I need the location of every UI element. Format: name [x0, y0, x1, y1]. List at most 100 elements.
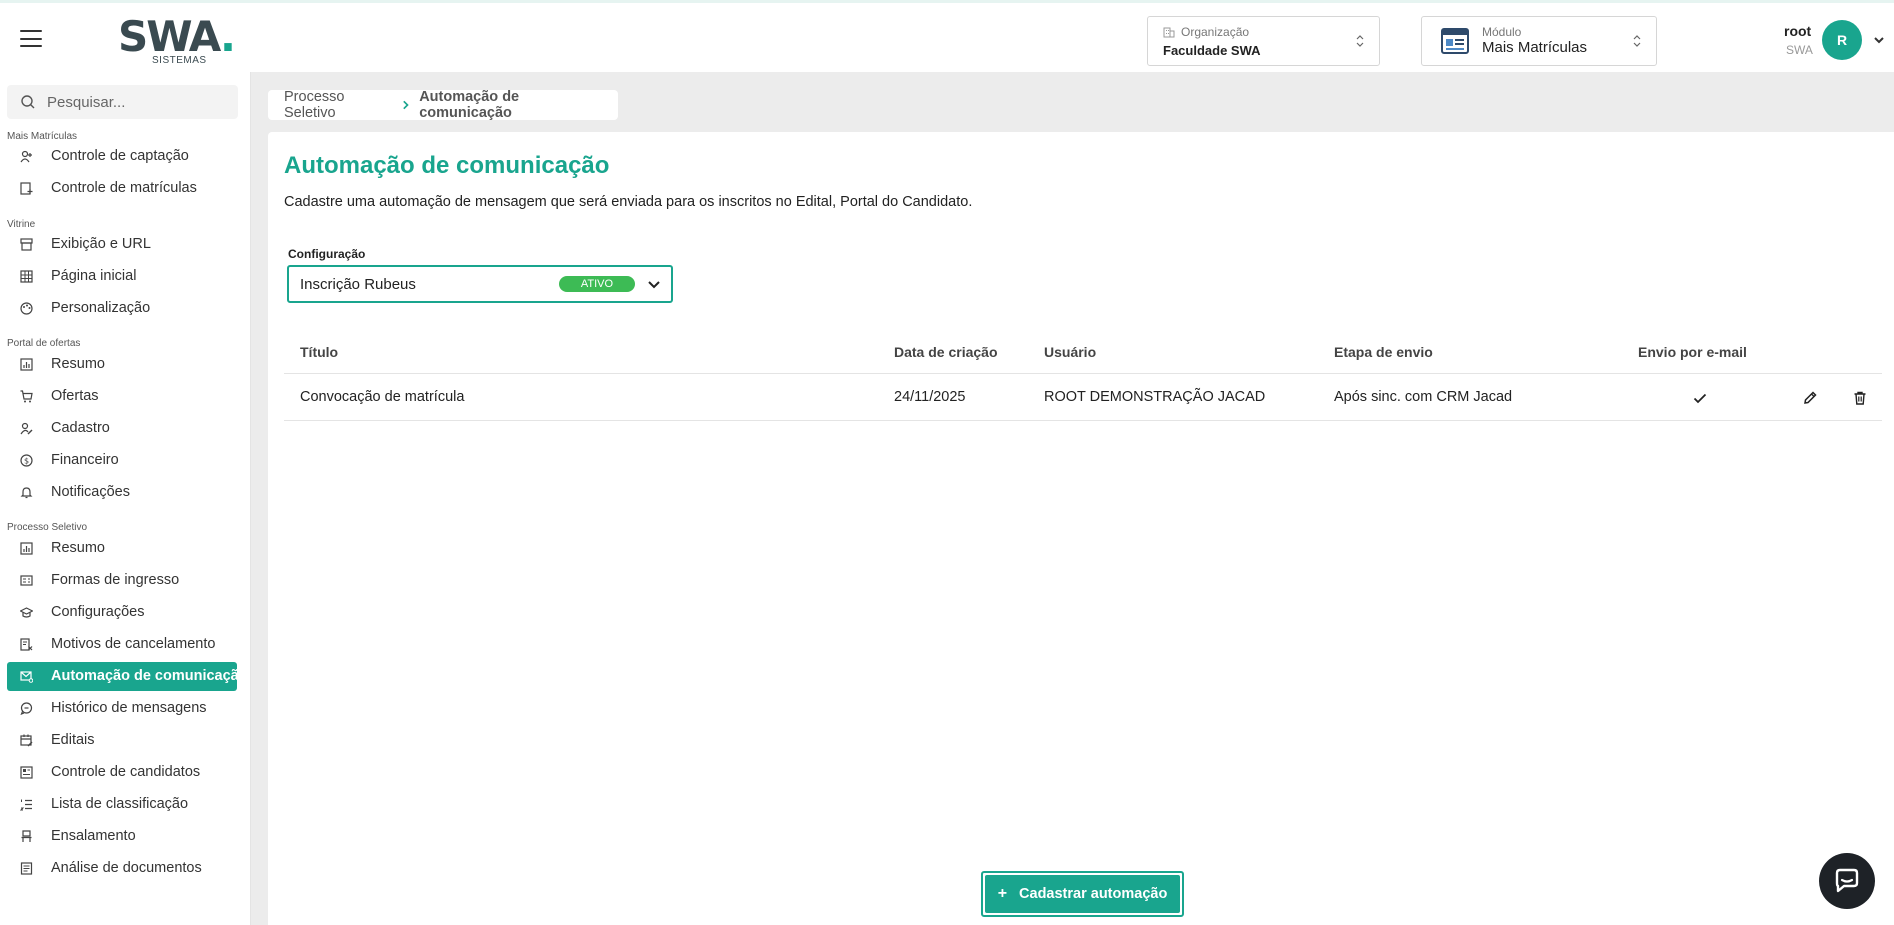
- sidebar-item-label: Resumo: [51, 540, 105, 556]
- search-icon: [21, 95, 35, 109]
- section-title: Processo Seletivo: [7, 522, 88, 533]
- sidebar-item-ensalamento[interactable]: Ensalamento: [7, 822, 237, 851]
- sidebar-item-resumo-processo[interactable]: Resumo: [7, 534, 237, 563]
- grid-icon: [20, 270, 33, 283]
- sidebar-item-notificacoes[interactable]: Notificações: [7, 478, 237, 507]
- sidebar-item-label: Personalização: [51, 300, 151, 316]
- sidebar-item-formas-ingresso[interactable]: Formas de ingresso: [7, 566, 237, 595]
- page-description: Cadastre uma automação de mensagem que s…: [284, 194, 973, 210]
- sidebar-item-ofertas[interactable]: Ofertas: [7, 382, 237, 411]
- chat-widget-button[interactable]: [1819, 853, 1875, 909]
- storefront-icon: [20, 238, 33, 251]
- check-icon: [1693, 393, 1707, 404]
- sidebar-item-label: Notificações: [51, 484, 130, 500]
- sidebar-item-analise-documentos[interactable]: Análise de documentos: [7, 854, 237, 883]
- sidebar-item-automacao-comunicacao[interactable]: Automação de comunicação: [7, 662, 248, 691]
- cell-titulo: Convocação de matrícula: [300, 389, 465, 405]
- sidebar-item-label: Ofertas: [51, 388, 99, 404]
- organization-label: Organização: [1181, 25, 1250, 39]
- add-automation-button[interactable]: + Cadastrar automação: [981, 871, 1184, 917]
- sidebar-item-label: Lista de classificação: [51, 796, 189, 812]
- candidates-icon: [20, 766, 33, 779]
- palette-icon: [20, 302, 33, 315]
- breadcrumb-current: Automação de comunicação: [419, 89, 520, 121]
- seat-icon: [21, 830, 32, 842]
- user-org: SWA: [1786, 43, 1813, 57]
- trash-icon[interactable]: [1852, 390, 1868, 406]
- sidebar-item-label: Formas de ingresso: [51, 572, 180, 588]
- sidebar-item-label: Automação de comunicação: [51, 668, 248, 684]
- module-selector[interactable]: Módulo Mais Matrículas: [1421, 16, 1657, 66]
- sidebar-item-editais[interactable]: Editais: [7, 726, 237, 755]
- sidebar-item-label: Resumo: [51, 356, 105, 372]
- organization-selector[interactable]: Organização Faculdade SWA: [1147, 16, 1380, 66]
- status-badge: ATIVO: [559, 276, 635, 292]
- sidebar-item-resumo-portal[interactable]: Resumo: [7, 350, 237, 379]
- sidebar-item-motivos-cancelamento[interactable]: Motivos de cancelamento: [7, 630, 237, 659]
- avatar[interactable]: R: [1822, 20, 1862, 60]
- column-header-etapa[interactable]: Etapa de envio: [1334, 344, 1433, 360]
- cell-data: 24/11/2025: [894, 389, 966, 405]
- column-header-usuario[interactable]: Usuário: [1044, 344, 1096, 360]
- sidebar: Mais Matrículas Vitrine Portal de oferta…: [0, 72, 251, 925]
- building-icon: [1163, 27, 1175, 38]
- edit-pencil-icon[interactable]: [1802, 390, 1818, 406]
- graduation-cap-icon: [20, 607, 33, 618]
- top-bar: SWA. SISTEMAS Organização Faculdade SWA …: [0, 0, 1894, 72]
- sidebar-item-label: Financeiro: [51, 452, 119, 468]
- logo[interactable]: SWA. SISTEMAS: [118, 12, 236, 67]
- search-box: [7, 85, 238, 119]
- user-edit-icon: [20, 422, 33, 435]
- sidebar-item-cadastro[interactable]: Cadastro: [7, 414, 237, 443]
- sidebar-item-label: Cadastro: [51, 420, 110, 436]
- sidebar-item-financeiro[interactable]: $ Financeiro: [7, 446, 237, 475]
- organization-value: Faculdade SWA: [1163, 43, 1261, 58]
- column-header-data[interactable]: Data de criação: [894, 344, 998, 360]
- table-row[interactable]: Convocação de matrícula 24/11/2025 ROOT …: [284, 375, 1882, 421]
- logo-text: SWA.: [118, 12, 236, 61]
- sidebar-item-lista-classificacao[interactable]: Lista de classificação: [7, 790, 237, 819]
- sidebar-item-personalizacao[interactable]: Personalização: [7, 294, 237, 323]
- module-value: Mais Matrículas: [1482, 39, 1588, 56]
- breadcrumb-parent[interactable]: Processo Seletivo: [284, 89, 392, 121]
- chevron-down-icon[interactable]: [1872, 33, 1886, 47]
- dollar-circle-icon: $: [20, 454, 33, 467]
- sidebar-item-label: Motivos de cancelamento: [51, 636, 216, 652]
- user-plus-icon: [20, 150, 32, 163]
- config-select[interactable]: Inscrição Rubeus ATIVO: [287, 265, 673, 303]
- chart-icon: [20, 358, 33, 371]
- svg-text:$: $: [24, 457, 29, 466]
- sidebar-item-pagina-inicial[interactable]: Página inicial: [7, 262, 237, 291]
- hamburger-menu-icon[interactable]: [20, 30, 42, 47]
- sidebar-item-label: Ensalamento: [51, 828, 136, 844]
- page-title: Automação de comunicação: [284, 152, 610, 179]
- chat-history-icon: [20, 702, 33, 715]
- sidebar-item-historico-mensagens[interactable]: Histórico de mensagens: [7, 694, 237, 723]
- section-title: Vitrine: [7, 219, 36, 230]
- chevron-right-icon: [403, 100, 409, 110]
- sidebar-item-controle-candidatos[interactable]: Controle de candidatos: [7, 758, 237, 787]
- chevron-down-icon: [648, 281, 660, 289]
- sidebar-item-label: Controle de matrículas: [51, 180, 197, 196]
- module-label: Módulo: [1482, 25, 1522, 39]
- sidebar-item-label: Histórico de mensagens: [51, 700, 207, 716]
- sidebar-item-label: Exibição e URL: [51, 236, 151, 252]
- main-content: Automação de comunicação Cadastre uma au…: [268, 132, 1894, 925]
- add-automation-label: Cadastrar automação: [1019, 886, 1168, 902]
- sidebar-item-label: Controle de candidatos: [51, 764, 201, 780]
- module-dashboard-icon: [1441, 28, 1469, 54]
- sidebar-item-label: Análise de documentos: [51, 860, 202, 876]
- sidebar-item-label: Página inicial: [51, 268, 137, 284]
- search-input[interactable]: [47, 85, 232, 119]
- column-header-email[interactable]: Envio por e-mail: [1638, 344, 1747, 360]
- bell-icon: [20, 487, 33, 499]
- list-ordered-icon: [20, 799, 32, 811]
- chart-icon: [20, 542, 33, 555]
- sidebar-item-label: Configurações: [51, 604, 145, 620]
- column-header-titulo[interactable]: Título: [300, 344, 338, 360]
- sidebar-item-exibicao-url[interactable]: Exibição e URL: [7, 230, 237, 259]
- sidebar-item-controle-captacao[interactable]: Controle de captação: [7, 142, 237, 171]
- sidebar-item-controle-matriculas[interactable]: Controle de matrículas: [7, 174, 237, 203]
- document-x-icon: [20, 638, 33, 651]
- sidebar-item-configuracoes[interactable]: Configurações: [7, 598, 237, 627]
